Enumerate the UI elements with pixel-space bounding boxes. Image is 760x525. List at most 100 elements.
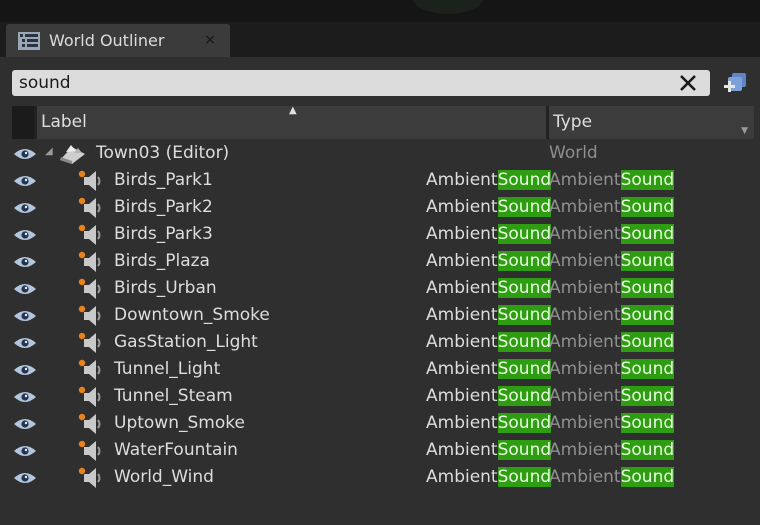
root-label: Town03 (Editor) [96, 143, 230, 163]
type-prefix: Ambient [549, 251, 621, 271]
ambient-sound-icon [78, 305, 101, 326]
tree-row[interactable]: Birds_Urban Ambient Sound Ambient Sound [0, 275, 760, 302]
tab-world-outliner[interactable]: World Outliner × [6, 24, 230, 57]
actor-type: Ambient Sound [549, 197, 675, 217]
type-prefix: Ambient [549, 359, 621, 379]
visibility-eye-icon[interactable] [13, 255, 37, 269]
visibility-eye-icon[interactable] [13, 444, 37, 458]
visibility-eye-icon[interactable] [13, 309, 37, 323]
type-match-highlight: Sound [620, 197, 675, 217]
expand-arrow-icon[interactable]: ◢ [45, 146, 53, 157]
class-match-highlight: Sound [497, 440, 552, 460]
type-prefix: Ambient [549, 278, 621, 298]
class-match-highlight: Sound [497, 251, 552, 271]
class-match-highlight: Sound [497, 467, 552, 487]
type-prefix: Ambient [549, 197, 621, 217]
label-column-title: Label [41, 112, 87, 132]
actor-label: Birds_Plaza [114, 251, 210, 271]
visibility-eye-icon[interactable] [13, 390, 37, 404]
actor-type: Ambient Sound [549, 332, 675, 352]
visibility-eye-icon[interactable] [13, 471, 37, 485]
add-filter-icon[interactable] [723, 70, 749, 96]
type-prefix: Ambient [549, 332, 621, 352]
class-prefix: Ambient [426, 332, 498, 352]
tree-row[interactable]: Uptown_Smoke Ambient Sound Ambient Sound [0, 410, 760, 437]
column-dropdown-icon[interactable]: ▼ [741, 126, 748, 136]
tree-row[interactable]: Birds_Park1 Ambient Sound Ambient Sound [0, 167, 760, 194]
actor-label: WaterFountain [114, 440, 238, 460]
actor-label: World_Wind [114, 467, 214, 487]
visibility-eye-icon[interactable] [13, 417, 37, 431]
ambient-sound-icon [78, 224, 101, 245]
actor-type: Ambient Sound [549, 224, 675, 244]
actor-type: Ambient Sound [549, 170, 675, 190]
actor-class: Ambient Sound [426, 278, 552, 298]
tree-row[interactable]: Birds_Park3 Ambient Sound Ambient Sound [0, 221, 760, 248]
visibility-eye-icon[interactable] [13, 282, 37, 296]
label-column-header[interactable]: Label ▲ [37, 105, 546, 139]
type-column-header[interactable]: Type ▼ [549, 106, 754, 139]
ambient-sound-icon [78, 440, 101, 461]
actor-label: Uptown_Smoke [114, 413, 245, 433]
tree-row[interactable]: GasStation_Light Ambient Sound Ambient Sound [0, 329, 760, 356]
actor-label: Downtown_Smoke [114, 305, 270, 325]
actor-type: Ambient Sound [549, 467, 675, 487]
search-box [12, 70, 710, 96]
actor-label: Birds_Park2 [114, 197, 213, 217]
tree-row[interactable]: Tunnel_Steam Ambient Sound Ambient Sound [0, 383, 760, 410]
type-match-highlight: Sound [620, 251, 675, 271]
actor-class: Ambient Sound [426, 359, 552, 379]
type-prefix: Ambient [549, 440, 621, 460]
actor-type: Ambient Sound [549, 359, 675, 379]
clear-search-icon[interactable] [678, 73, 698, 93]
actor-class: Ambient Sound [426, 305, 552, 325]
visibility-eye-icon[interactable] [13, 228, 37, 242]
tab-close-icon[interactable]: × [204, 32, 216, 48]
type-prefix: Ambient [549, 170, 621, 190]
actor-type: Ambient Sound [549, 251, 675, 271]
outliner-list-icon [18, 31, 40, 50]
actor-type: Ambient Sound [549, 413, 675, 433]
type-match-highlight: Sound [620, 467, 675, 487]
actor-class: Ambient Sound [426, 440, 552, 460]
tree-row[interactable]: Birds_Park2 Ambient Sound Ambient Sound [0, 194, 760, 221]
class-match-highlight: Sound [497, 278, 552, 298]
actor-label: Birds_Park1 [114, 170, 213, 190]
tree-row[interactable]: World_Wind Ambient Sound Ambient Sound [0, 464, 760, 491]
type-match-highlight: Sound [620, 359, 675, 379]
class-prefix: Ambient [426, 413, 498, 433]
actor-class: Ambient Sound [426, 332, 552, 352]
actor-type: Ambient Sound [549, 440, 675, 460]
type-match-highlight: Sound [620, 305, 675, 325]
ambient-sound-icon [78, 359, 101, 380]
actor-class: Ambient Sound [426, 224, 552, 244]
visibility-eye-icon[interactable] [13, 363, 37, 377]
visibility-eye-icon[interactable] [13, 336, 37, 350]
tree-row[interactable]: Tunnel_Light Ambient Sound Ambient Sound [0, 356, 760, 383]
class-prefix: Ambient [426, 386, 498, 406]
ambient-sound-icon [78, 251, 101, 272]
actor-label: Birds_Urban [114, 278, 217, 298]
class-match-highlight: Sound [497, 332, 552, 352]
actor-label: Tunnel_Steam [114, 386, 233, 406]
class-prefix: Ambient [426, 224, 498, 244]
visibility-eye-icon[interactable] [13, 201, 37, 215]
actor-class: Ambient Sound [426, 467, 552, 487]
class-prefix: Ambient [426, 467, 498, 487]
type-prefix: Ambient [549, 413, 621, 433]
tree-row[interactable]: Downtown_Smoke Ambient Sound Ambient Sound [0, 302, 760, 329]
search-input[interactable] [19, 73, 659, 93]
class-prefix: Ambient [426, 359, 498, 379]
class-match-highlight: Sound [497, 413, 552, 433]
visibility-eye-icon[interactable] [13, 147, 37, 161]
tree-row[interactable]: WaterFountain Ambient Sound Ambient Sound [0, 437, 760, 464]
tree-row-root[interactable]: ◢ Town03 (Editor) World [0, 140, 760, 167]
actor-type: Ambient Sound [549, 278, 675, 298]
ambient-sound-icon [78, 170, 101, 191]
actor-label: Birds_Park3 [114, 224, 213, 244]
visibility-eye-icon[interactable] [13, 174, 37, 188]
editor-top-bar [0, 0, 760, 23]
class-match-highlight: Sound [497, 170, 552, 190]
type-match-highlight: Sound [620, 386, 675, 406]
tree-row[interactable]: Birds_Plaza Ambient Sound Ambient Sound [0, 248, 760, 275]
